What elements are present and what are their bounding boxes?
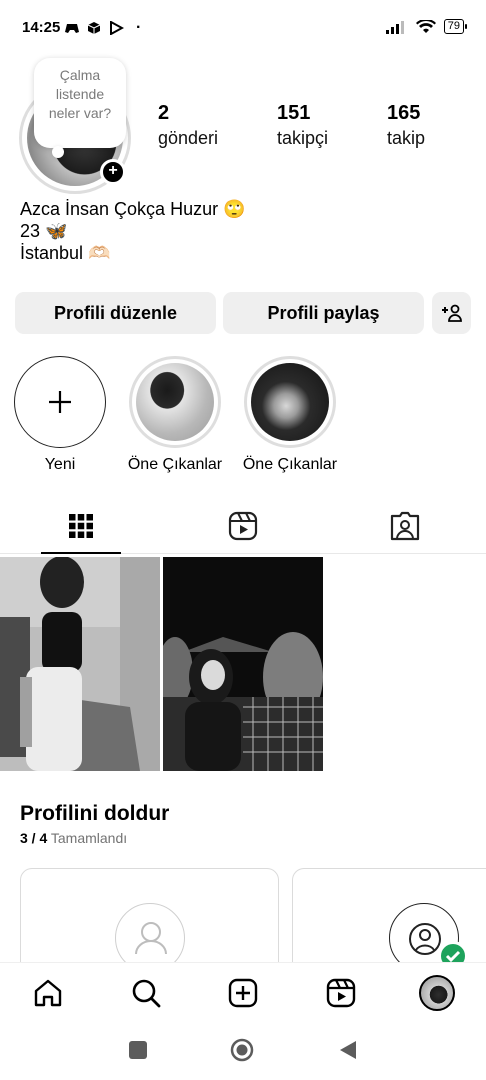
edit-profile-button[interactable]: Profili düzenle: [15, 292, 216, 334]
stat-posts[interactable]: 2 gönderi: [158, 101, 218, 151]
share-profile-button[interactable]: Profili paylaş: [223, 292, 424, 334]
bottom-navigation: [0, 962, 486, 1022]
followers-count: 151: [277, 102, 311, 124]
profile-nav-avatar[interactable]: [419, 975, 455, 1011]
highlight-ring: [129, 356, 221, 448]
highlight-label: Öne Çıkanlar: [242, 456, 338, 473]
highlight-label: Öne Çıkanlar: [127, 456, 223, 473]
highlight-2[interactable]: Öne Çıkanlar: [242, 356, 338, 474]
plus-icon: [49, 391, 71, 413]
post-thumbnail[interactable]: [163, 557, 323, 771]
home-button-icon[interactable]: [230, 1038, 254, 1062]
highlight-new[interactable]: Yeni: [12, 356, 108, 474]
wifi-icon: [415, 19, 436, 33]
recent-apps-icon[interactable]: [128, 1040, 148, 1060]
back-icon[interactable]: [338, 1040, 358, 1060]
reels-nav-icon[interactable]: [325, 977, 357, 1009]
grid-icon[interactable]: [65, 510, 97, 542]
stat-following[interactable]: 165 takip: [387, 101, 425, 151]
following-count: 165: [387, 102, 421, 124]
add-person-icon: [441, 304, 462, 322]
add-story-icon[interactable]: +: [100, 159, 126, 185]
profile-completion-title: Profilini doldur: [20, 802, 170, 825]
bio-line-city: İstanbul 🫶🏻: [20, 243, 111, 263]
bio-line-age: 23 🦋: [20, 221, 68, 241]
signal-icon: [385, 20, 404, 34]
highlight-cover: [136, 363, 214, 441]
post-image: [163, 557, 323, 771]
note-text: Çalma listende neler var?: [48, 67, 112, 121]
progress-count: 3 / 4: [20, 830, 48, 846]
active-tab-indicator: [41, 552, 121, 554]
posts-count: 2: [158, 102, 170, 124]
box-icon: [87, 22, 101, 34]
bio-line-name: Azca İnsan Çokça Huzur 🙄: [20, 199, 246, 219]
search-icon[interactable]: [130, 977, 162, 1009]
followers-label: takipçi: [277, 128, 329, 148]
profile-tabs: [0, 500, 486, 554]
battery-icon: 79: [443, 19, 468, 34]
create-icon[interactable]: [227, 977, 259, 1009]
post-thumbnail[interactable]: [0, 557, 160, 771]
status-bar: 14:25 · 79: [0, 0, 486, 58]
home-icon[interactable]: [32, 977, 64, 1009]
highlight-label: Yeni: [44, 456, 76, 473]
highlight-1[interactable]: Öne Çıkanlar: [127, 356, 223, 474]
note-bubble[interactable]: Çalma listende neler var?: [34, 58, 126, 158]
play-store-icon: [110, 21, 124, 35]
profile-completion-progress: 3 / 4 Tamamlandı: [20, 830, 127, 846]
gamepad-icon: [65, 24, 79, 33]
following-label: takip: [387, 128, 426, 148]
post-image: [0, 557, 160, 771]
status-dot: ·: [136, 19, 142, 36]
stat-followers[interactable]: 151 takipçi: [277, 101, 328, 151]
bio: Azca İnsan Çokça Huzur 🙄 23 🦋 İstanbul 🫶…: [20, 198, 246, 264]
status-time: 14:25: [22, 19, 61, 36]
highlight-cover: [251, 363, 329, 441]
system-navigation: [0, 1022, 486, 1080]
status-notification-icons: ·: [64, 19, 141, 37]
tagged-icon[interactable]: [389, 510, 421, 542]
discover-people-button[interactable]: [432, 292, 471, 334]
progress-label: Tamamlandı: [50, 830, 128, 846]
status-system-icons: 79: [385, 19, 468, 34]
reels-icon[interactable]: [227, 510, 259, 542]
highlight-ring: [244, 356, 336, 448]
posts-label: gönderi: [158, 128, 219, 148]
new-highlight-circle: [14, 356, 106, 448]
